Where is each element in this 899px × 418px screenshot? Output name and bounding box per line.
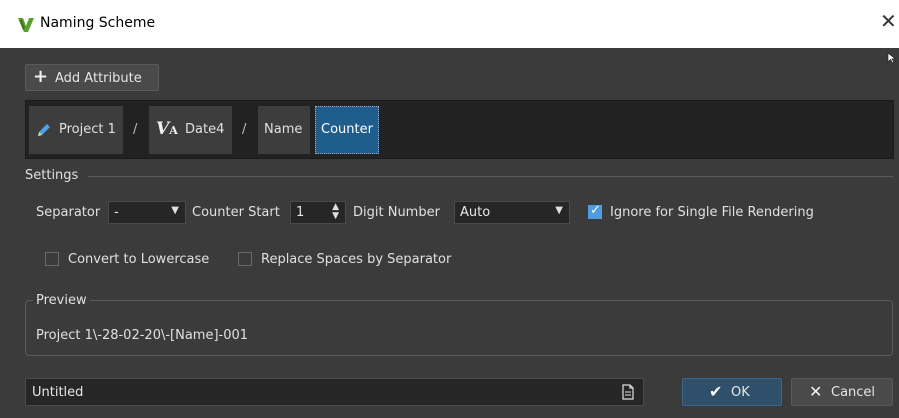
attribute-separator: / [242, 122, 247, 137]
ok-button[interactable]: ✔ OK [682, 378, 782, 406]
counter-start-label: Counter Start [192, 205, 280, 220]
convert-lowercase-checkbox[interactable] [45, 252, 59, 266]
ok-label: OK [731, 385, 750, 400]
mouse-cursor-icon [887, 52, 897, 64]
preview-group-label: Preview [33, 293, 90, 308]
cancel-button[interactable]: ✕ Cancel [791, 378, 893, 406]
preset-name-field[interactable]: Untitled [25, 378, 644, 406]
wavelab-icon [18, 18, 34, 32]
date-va-icon: VA [156, 119, 178, 139]
attribute-separator: / [133, 122, 138, 137]
ignore-single-file-checkbox[interactable] [588, 203, 602, 219]
add-attribute-button[interactable]: + Add Attribute [25, 64, 159, 91]
digit-number-label: Digit Number [353, 205, 440, 220]
replace-spaces-checkbox[interactable] [238, 252, 252, 266]
pencil-icon [38, 124, 50, 136]
attribute-chip-counter[interactable]: Counter [315, 106, 379, 154]
digit-number-select[interactable]: Auto ▼ [454, 201, 570, 224]
separator-label: Separator [36, 205, 101, 220]
settings-divider [88, 176, 893, 177]
attribute-chip-date[interactable]: VA Date4 [149, 106, 232, 154]
ignore-single-file-label: Ignore for Single File Rendering [610, 205, 814, 220]
replace-spaces-label: Replace Spaces by Separator [261, 252, 452, 267]
separator-select[interactable]: - ▼ [108, 201, 186, 224]
counter-start-spinbox[interactable]: 1 ▲ ▼ [290, 201, 346, 224]
attribute-chip-label: Project 1 [59, 122, 116, 137]
attribute-chip-label: Date4 [185, 122, 225, 137]
plus-icon: + [33, 66, 49, 87]
attribute-chip-label: Name [264, 122, 303, 137]
attribute-chip-name[interactable]: Name [258, 106, 310, 154]
digit-number-value: Auto [460, 205, 491, 220]
x-icon: ✕ [809, 382, 823, 401]
cancel-label: Cancel [831, 385, 876, 400]
attribute-chip-label: Counter [321, 122, 373, 137]
add-attribute-label: Add Attribute [55, 71, 142, 86]
chevron-down-icon: ▼ [171, 205, 179, 216]
preview-text: Project 1\-28-02-20\-[Name]-001 [36, 328, 249, 343]
attribute-chip-project[interactable]: Project 1 [29, 106, 123, 154]
title-bar: Naming Scheme ✕ [0, 0, 899, 48]
counter-start-value: 1 [296, 205, 305, 220]
preset-name-value: Untitled [32, 385, 84, 400]
checkmark-icon: ✔ [709, 382, 723, 401]
close-icon[interactable]: ✕ [880, 11, 897, 31]
window-title: Naming Scheme [40, 15, 156, 31]
spinner-arrows-icon[interactable]: ▲ ▼ [332, 203, 339, 221]
separator-value: - [114, 205, 119, 220]
settings-group-label: Settings [25, 168, 79, 183]
chevron-down-icon: ▼ [555, 205, 563, 216]
preset-document-icon[interactable] [621, 384, 635, 400]
attribute-bar: Project 1 / VA Date4 / Name Counter [25, 100, 894, 159]
convert-lowercase-label: Convert to Lowercase [68, 252, 210, 267]
